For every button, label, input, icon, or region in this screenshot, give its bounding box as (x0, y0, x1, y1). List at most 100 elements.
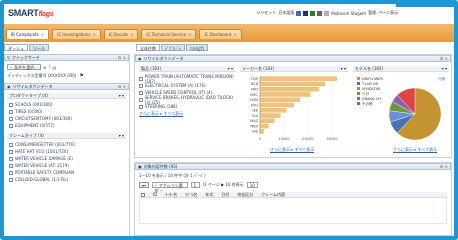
checkbox[interactable] (9, 142, 13, 147)
model-more-link[interactable]: さらに表示 ▸ すべて表示 (393, 147, 449, 153)
bar[interactable] (259, 76, 337, 81)
app-logo[interactable]: SMARTflags (8, 8, 54, 18)
drilldown-tools-icon[interactable]: ⚙ × (440, 56, 448, 61)
table-column-header[interactable]: ID (153, 192, 157, 197)
close-icon[interactable]: × (130, 32, 133, 37)
checkbox[interactable] (141, 192, 145, 197)
facet-option[interactable]: COLLOID-GLOBAL (1:3 FIL) (9, 176, 124, 183)
facet-option[interactable]: HATE HAT VCO (1041/726) (9, 148, 124, 155)
module-tab[interactable]: IC Investigations × (52, 29, 101, 39)
bar[interactable] (259, 81, 325, 87)
help-icon[interactable]: ? (48, 65, 50, 70)
theme-swatch[interactable] (296, 10, 302, 16)
facet-option[interactable]: TIRES (0/300) (9, 108, 124, 115)
checkbox[interactable] (9, 149, 13, 154)
facet-option[interactable]: WATER VEHICLE DAMAGE (E) (9, 155, 124, 162)
action-select[interactable]: -- アクション選択 -- (151, 182, 188, 193)
quick-search-body: -- 条件を選択 -- ⊕ ? ▤ インディックス型番号 (XXXXXX 000… (4, 61, 129, 83)
checkbox[interactable] (9, 109, 13, 114)
bar[interactable] (259, 129, 264, 134)
checkbox[interactable] (9, 123, 13, 128)
bar[interactable] (259, 102, 294, 108)
table-column-header[interactable]: 日付 (221, 192, 229, 198)
bar[interactable] (259, 86, 319, 92)
bar[interactable] (259, 123, 269, 129)
top-link[interactable]: Mobicom Stagem (331, 11, 366, 16)
bar[interactable] (259, 113, 281, 118)
sub-tab[interactable]: ﾃﾞﾌﾞﾙ｜ｼ (161, 44, 185, 51)
bar[interactable] (259, 118, 275, 124)
add-icon[interactable]: ⊕ (43, 65, 46, 70)
maker-more-link[interactable]: さらに表示 ▸ すべて表示 (270, 147, 348, 153)
bar[interactable] (259, 92, 311, 97)
facet-option[interactable]: CIRCUITSEMTOMY (001/300) (9, 115, 124, 122)
checkbox[interactable] (139, 83, 143, 88)
close-icon[interactable]: × (233, 32, 236, 37)
module-tab[interactable]: IC Technical Service × (141, 29, 197, 39)
theme-swatch[interactable] (303, 10, 309, 16)
bar[interactable] (259, 108, 287, 113)
chevron-down-icon[interactable]: ▾ ▾ (341, 66, 346, 71)
table-column-header[interactable]: 申告区分 (237, 192, 253, 198)
checkbox[interactable] (139, 90, 143, 95)
checkbox[interactable] (9, 170, 13, 175)
close-icon[interactable]: × (92, 32, 95, 37)
checkbox[interactable] (9, 163, 13, 168)
checkbox[interactable] (139, 76, 143, 81)
close-icon[interactable]: × (188, 32, 191, 37)
facet-option[interactable]: PORTABLE SAFETY COMPLIAN (9, 169, 124, 176)
close-icon[interactable]: × (41, 32, 44, 37)
top-link[interactable]: ツリセット (256, 10, 276, 16)
chevron-down-icon[interactable]: ▾ ▾ (119, 133, 124, 138)
search-condition-select[interactable]: -- 条件を選択 -- (7, 64, 41, 75)
top-link[interactable]: 管理 (368, 10, 376, 16)
table-column-header[interactable]: ﾓﾃﾞﾙ名 (185, 192, 197, 198)
theme-swatch[interactable] (324, 10, 330, 16)
product-more-link[interactable]: さらに表示 ▸ すべて表示 (139, 111, 235, 117)
checkbox[interactable] (9, 156, 13, 161)
module-tab[interactable]: IC Dashboard × (199, 29, 242, 39)
panel-tools-icon[interactable]: ⚙ × (118, 55, 126, 60)
sub-tab[interactable]: 全体件数 (136, 44, 160, 51)
product-option[interactable]: SERVICE BRAKES, HYDRAULIC (DAO TILOCK) (… (139, 95, 235, 105)
legend-hint[interactable]: 凡例 (438, 76, 446, 81)
module-tab[interactable]: IC Recalls × (103, 29, 139, 39)
checkbox[interactable] (139, 104, 143, 109)
sub-tab[interactable]: ダッシュ (4, 44, 28, 51)
results-tools-icon[interactable]: ⚙ × (440, 164, 448, 169)
trash-icon[interactable]: ▤ (52, 65, 56, 70)
y-tick-label: NIS (252, 130, 259, 134)
checkbox[interactable] (9, 102, 13, 107)
facet-option[interactable]: WATER VEHICLE (AT: 2179) (9, 162, 124, 169)
top-link[interactable]: 日本語版 (278, 10, 294, 16)
checkbox[interactable] (9, 177, 13, 182)
chevron-down-icon[interactable]: ▾ ▾ (442, 66, 447, 71)
search-icon: ⚲ (7, 55, 10, 60)
facet-option[interactable]: EQUIPMENT (0/577) (9, 122, 124, 129)
top-link[interactable]: ページ表示 (378, 10, 398, 16)
sub-tab[interactable]: ツール (29, 44, 49, 51)
checkbox[interactable] (9, 116, 13, 121)
facet-option[interactable]: CONSUMERGETTER (001/776) (9, 141, 124, 148)
drill-icon: ◉ (138, 56, 142, 61)
module-tab[interactable]: IR Complaints × (6, 29, 50, 39)
product-option[interactable]: POWER TRAIN (AUTOMATIC TRANS MISSION) (1… (139, 74, 235, 84)
table-column-header[interactable]: クレーム内容 (261, 192, 285, 198)
content-subtabs: 全体件数 ﾃﾞﾌﾞﾙ｜ｼ ﾘｽﾄ出力 (136, 44, 208, 51)
module-tab-label: IR Complaints (11, 32, 39, 37)
rows-per-page-select[interactable]: 10 (246, 182, 258, 188)
table-column-header[interactable]: 年式 (205, 192, 213, 198)
table-column-header[interactable]: ﾒｰｶｰ名 (165, 192, 177, 198)
bar[interactable] (259, 97, 300, 102)
facet-panel-tools-icon[interactable]: ⚙ × (118, 84, 126, 89)
chevron-down-icon[interactable]: ▾ ▾ (119, 93, 124, 98)
facet-option[interactable]: SCHOLS (001/300) (9, 101, 124, 108)
sub-tab[interactable]: ﾘｽﾄ出力 (186, 44, 208, 51)
theme-swatch[interactable] (317, 10, 323, 16)
theme-swatch[interactable] (310, 10, 316, 16)
checkbox[interactable] (139, 97, 143, 102)
first-page-button[interactable]: ⏮ (139, 182, 149, 188)
search-go-icon[interactable]: ⚑ (79, 73, 83, 79)
chevron-down-icon[interactable]: ▾ ▾ (228, 66, 233, 71)
page-number-input[interactable]: 1 (190, 182, 200, 188)
